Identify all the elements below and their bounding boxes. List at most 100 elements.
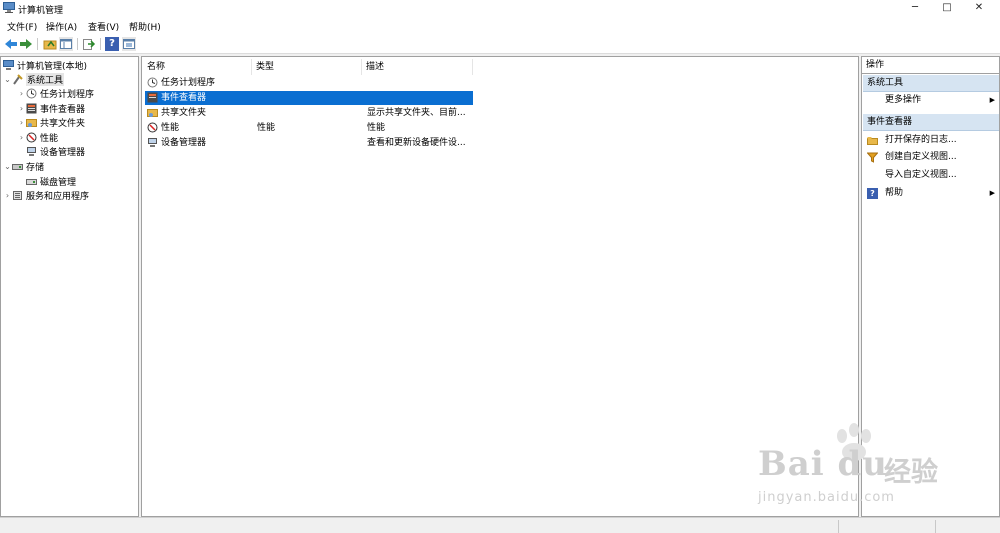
actions-section-system-tools[interactable]: 系统工具 bbox=[863, 75, 999, 92]
row-description: 性能 bbox=[367, 123, 386, 133]
chevron-right-icon[interactable]: › bbox=[17, 133, 26, 142]
status-divider bbox=[935, 520, 936, 533]
row-name: 事件查看器 bbox=[161, 93, 207, 103]
device-manager-icon bbox=[147, 136, 158, 153]
watermark-cn: 经验 bbox=[884, 457, 938, 488]
action-label: 创建自定义视图... bbox=[885, 152, 957, 162]
list-row[interactable]: 任务计划程序 bbox=[145, 76, 473, 90]
status-divider bbox=[838, 520, 839, 533]
action-label: 导入自定义视图... bbox=[885, 170, 957, 180]
tree-root-label: 计算机管理(本地) bbox=[17, 61, 88, 72]
open-folder-icon bbox=[867, 135, 878, 146]
export-list-icon[interactable] bbox=[82, 37, 96, 51]
actions-section-event-viewer[interactable]: 事件查看器 bbox=[863, 114, 999, 131]
disk-icon bbox=[26, 176, 37, 187]
action-more-actions[interactable]: 更多操作 ▶ bbox=[863, 92, 999, 109]
menu-view[interactable]: 查看(V) bbox=[88, 20, 119, 33]
computer-management-icon bbox=[3, 2, 15, 13]
tree-item-label: 磁盘管理 bbox=[40, 177, 77, 188]
action-help[interactable]: ? 帮助 ▶ bbox=[863, 185, 999, 202]
menu-help[interactable]: 帮助(H) bbox=[129, 20, 161, 33]
action-open-saved-log[interactable]: 打开保存的日志... bbox=[863, 132, 999, 149]
back-arrow-icon[interactable] bbox=[4, 37, 18, 51]
chevron-right-icon[interactable]: › bbox=[17, 118, 26, 127]
chevron-down-icon[interactable]: ⌄ bbox=[3, 75, 12, 84]
maximize-icon: □ bbox=[942, 2, 952, 13]
tree-services-label: 服务和应用程序 bbox=[26, 191, 90, 202]
tree-storage-label: 存储 bbox=[26, 162, 45, 173]
close-button[interactable]: ✕ bbox=[964, 0, 994, 15]
storage-icon bbox=[12, 161, 23, 172]
show-hide-tree-icon[interactable] bbox=[59, 37, 73, 51]
tree-item-label: 事件查看器 bbox=[40, 104, 86, 115]
column-header-type[interactable]: 类型 bbox=[252, 59, 362, 75]
tree-system-tools-label: 系统工具 bbox=[26, 72, 65, 86]
action-label: 帮助 bbox=[885, 188, 904, 198]
submenu-arrow-icon: ▶ bbox=[989, 189, 995, 197]
watermark-url: jingyan.baidu.com bbox=[758, 490, 895, 505]
forward-arrow-icon[interactable] bbox=[19, 37, 33, 51]
chevron-right-icon[interactable]: › bbox=[3, 191, 12, 200]
help-icon[interactable]: ? bbox=[105, 37, 119, 51]
toolbar-separator bbox=[100, 38, 101, 50]
action-label: 打开保存的日志... bbox=[885, 135, 957, 145]
tree-event-viewer[interactable]: › 事件查看器 bbox=[17, 101, 85, 115]
watermark-brand: Bai du bbox=[758, 444, 889, 484]
toolbar-separator bbox=[77, 38, 78, 50]
menu-file[interactable]: 文件(F) bbox=[7, 20, 37, 33]
minimize-button[interactable]: ─ bbox=[900, 0, 930, 15]
submenu-arrow-icon: ▶ bbox=[989, 96, 995, 104]
tree-system-tools[interactable]: ⌄ 系统工具 bbox=[3, 72, 65, 86]
row-description: 显示共享文件夹、目前... bbox=[367, 108, 466, 118]
maximize-button[interactable]: □ bbox=[932, 0, 962, 15]
tree-storage[interactable]: ⌄ 存储 bbox=[3, 159, 44, 173]
tree-device-manager[interactable]: 设备管理器 bbox=[17, 144, 85, 158]
tree-item-label: 共享文件夹 bbox=[40, 118, 86, 129]
list-row-selected[interactable]: 事件查看器 bbox=[145, 91, 473, 105]
row-type: 性能 bbox=[257, 123, 276, 133]
filter-icon bbox=[866, 152, 879, 163]
list-row[interactable]: 性能 性能 性能 bbox=[145, 121, 473, 135]
title-bar: 计算机管理 ─ □ ✕ bbox=[0, 0, 1000, 17]
tree-item-label: 性能 bbox=[40, 133, 59, 144]
tree-pane: 计算机管理(本地) ⌄ 系统工具 › 任务计划程序 › 事件查看器 › 共享文件… bbox=[0, 56, 139, 517]
row-name: 共享文件夹 bbox=[161, 108, 207, 118]
performance-icon bbox=[26, 132, 37, 143]
chevron-right-icon[interactable]: › bbox=[17, 104, 26, 113]
status-bar bbox=[0, 517, 1000, 533]
list-row[interactable]: 共享文件夹 显示共享文件夹、目前... bbox=[145, 106, 473, 120]
row-description: 查看和更新设备硬件设... bbox=[367, 138, 466, 148]
close-icon: ✕ bbox=[974, 2, 984, 13]
list-pane: 名称 类型 描述 任务计划程序 事件查看器 共享文件夹 显示共享文件夹、目前..… bbox=[141, 56, 859, 517]
clock-icon bbox=[26, 88, 37, 99]
computer-management-icon bbox=[3, 59, 14, 71]
tree-services[interactable]: › 服务和应用程序 bbox=[3, 188, 89, 202]
tools-icon bbox=[12, 73, 23, 85]
tree-shared-folders[interactable]: › 共享文件夹 bbox=[17, 115, 85, 129]
up-folder-icon[interactable] bbox=[43, 37, 57, 51]
menu-bar: 文件(F) 操作(A) 查看(V) 帮助(H) bbox=[0, 17, 1000, 34]
window-title: 计算机管理 bbox=[18, 6, 64, 16]
tree-root[interactable]: 计算机管理(本地) bbox=[3, 58, 87, 72]
properties-icon[interactable] bbox=[122, 37, 136, 51]
device-manager-icon bbox=[26, 146, 37, 157]
services-icon bbox=[12, 190, 23, 201]
tree-disk-management[interactable]: 磁盘管理 bbox=[17, 174, 76, 188]
actions-title: 操作 bbox=[862, 57, 1000, 74]
baidu-watermark: Bai du 经验 jingyan.baidu.com bbox=[758, 422, 958, 512]
menu-action[interactable]: 操作(A) bbox=[46, 20, 77, 33]
tree-task-scheduler[interactable]: › 任务计划程序 bbox=[17, 86, 94, 100]
column-header-name[interactable]: 名称 bbox=[143, 59, 252, 75]
tree-performance[interactable]: › 性能 bbox=[17, 130, 58, 144]
chevron-right-icon[interactable]: › bbox=[17, 89, 26, 98]
tree-item-label: 任务计划程序 bbox=[40, 89, 95, 100]
list-row[interactable]: 设备管理器 查看和更新设备硬件设... bbox=[145, 136, 473, 150]
minimize-icon: ─ bbox=[911, 2, 919, 13]
column-header-description[interactable]: 描述 bbox=[362, 59, 473, 75]
row-name: 设备管理器 bbox=[161, 138, 207, 148]
action-import-custom-view[interactable]: 导入自定义视图... bbox=[863, 167, 999, 184]
row-name: 任务计划程序 bbox=[161, 78, 216, 88]
chevron-down-icon[interactable]: ⌄ bbox=[3, 162, 12, 171]
event-viewer-icon bbox=[26, 103, 37, 114]
action-create-custom-view[interactable]: 创建自定义视图... bbox=[863, 149, 999, 166]
